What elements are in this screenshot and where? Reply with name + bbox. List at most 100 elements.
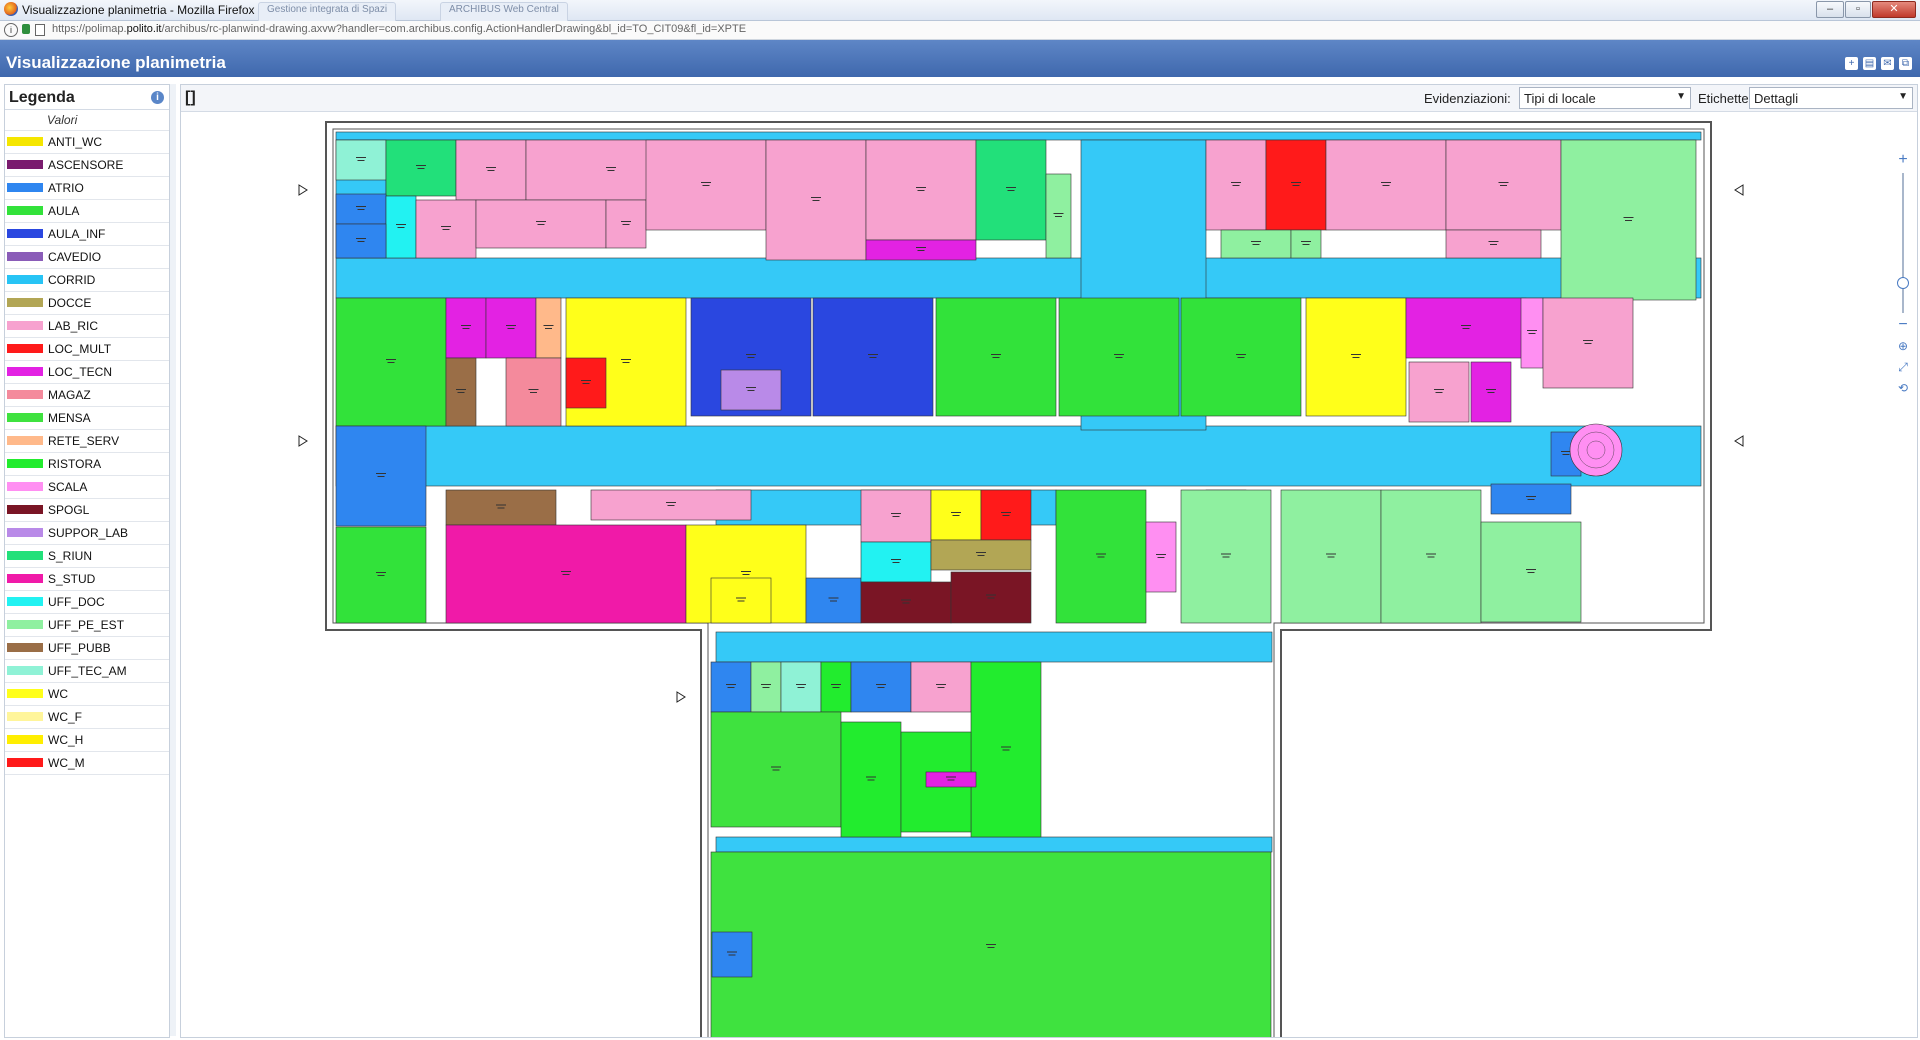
legend-item[interactable]: WC_M (5, 752, 169, 775)
legend-item[interactable]: S_RIUN (5, 545, 169, 568)
room-label-mark (917, 250, 925, 251)
maximize-button[interactable]: ▫ (1845, 1, 1871, 18)
room-label-mark (486, 167, 496, 168)
legend-panel: Legenda i Valori ANTI_WC ASCENSORE ATRIO AU… (4, 84, 170, 1038)
legend-item[interactable]: CORRID (5, 269, 169, 292)
legend-item[interactable]: UFF_PUBB (5, 637, 169, 660)
site-info-icon[interactable]: i (4, 23, 18, 37)
room-label-mark (987, 597, 995, 599)
legend-item[interactable]: RISTORA (5, 453, 169, 476)
page-icon (35, 24, 45, 36)
room-label-mark (796, 684, 806, 685)
room-label-mark (869, 357, 877, 358)
legend-item[interactable]: WC_H (5, 729, 169, 752)
legend-swatch (7, 689, 43, 698)
room-label-mark (462, 328, 470, 329)
fit-icon[interactable]: ⤢ (1895, 359, 1911, 375)
legend-item[interactable]: MENSA (5, 407, 169, 430)
background-tab-2[interactable]: ARCHIBUS Web Central (440, 2, 568, 22)
legend-item[interactable]: LAB_RIC (5, 315, 169, 338)
room-label-mark (947, 779, 955, 781)
room-label-mark (916, 187, 926, 188)
legend-swatch (7, 321, 43, 330)
room-label-mark (607, 170, 615, 171)
room-label-mark (986, 594, 996, 596)
url-text[interactable]: https://polimap.polito.it/archibus/rc-pl… (52, 23, 746, 35)
reset-icon[interactable]: ⟲ (1895, 380, 1911, 396)
legend-item[interactable]: S_STUD (5, 568, 169, 591)
target-icon[interactable]: ⊕ (1895, 338, 1911, 354)
url-bar[interactable]: i https://polimap.polito.it/archibus/rc-… (0, 21, 1920, 40)
app-header: Visualizzazione planimetria + ▤ ✉ ⧉ (0, 40, 1920, 77)
legend-item[interactable]: AULA_INF (5, 223, 169, 246)
zoom-control: + − ⊕ ⤢ ⟲ (1895, 152, 1911, 401)
mail-icon[interactable]: ✉ (1881, 57, 1894, 70)
legend-item[interactable]: WC (5, 683, 169, 706)
room-label-mark (1002, 515, 1010, 516)
room-label-mark (622, 224, 630, 225)
legend-item[interactable]: AULA (5, 200, 169, 223)
room-label-mark (507, 328, 515, 329)
room-label-mark (386, 359, 396, 360)
legend-item[interactable]: MAGAZ (5, 384, 169, 407)
room-label-mark (1527, 330, 1537, 331)
zoom-slider-handle[interactable] (1897, 277, 1909, 289)
close-button[interactable]: ✕ (1872, 1, 1916, 18)
legend-item[interactable]: LOC_TECN (5, 361, 169, 384)
legend-label: UFF_TEC_AM (48, 664, 127, 678)
chevron-down-icon: ▼ (1676, 91, 1686, 102)
background-tab-1[interactable]: Gestione integrata di Spazi (258, 2, 397, 22)
room-label-mark (1001, 746, 1011, 748)
room-label-mark (726, 684, 736, 685)
legend-swatch (7, 413, 43, 422)
legend-item[interactable]: ASCENSORE (5, 154, 169, 177)
legend-item[interactable]: SPOGL (5, 499, 169, 522)
minimize-button[interactable]: – (1816, 1, 1844, 18)
legend-item[interactable]: UFF_PE_EST (5, 614, 169, 637)
print-icon[interactable]: ▤ (1863, 57, 1876, 70)
legend-swatch (7, 551, 43, 560)
legend-item[interactable]: WC_F (5, 706, 169, 729)
highlight-select[interactable]: Tipi di locale ▼ (1519, 87, 1691, 109)
floor-plan-canvas[interactable]: + − ⊕ ⤢ ⟲ (181, 112, 1917, 1037)
zoom-in-icon[interactable]: + (1895, 152, 1911, 168)
legend-item[interactable]: ATRIO (5, 177, 169, 200)
room-label-mark (377, 575, 385, 576)
legend-item[interactable]: LOC_MULT (5, 338, 169, 361)
legend-item[interactable]: SUPPOR_LAB (5, 522, 169, 545)
room-label-mark (1114, 354, 1124, 355)
legend-item[interactable]: RETE_SERV (5, 430, 169, 453)
panel-splitter[interactable] (170, 84, 176, 1036)
legend-swatch (7, 298, 43, 307)
room-label-mark (866, 776, 876, 778)
legend-item[interactable]: UFF_DOC (5, 591, 169, 614)
legend-label: CORRID (48, 273, 96, 287)
room-label-mark (356, 157, 366, 158)
room-label-mark (727, 687, 735, 688)
legend-item[interactable]: DOCCE (5, 292, 169, 315)
legend-swatch (7, 620, 43, 629)
zoom-out-icon[interactable]: − (1895, 317, 1911, 333)
labels-select-value: Dettagli (1754, 91, 1799, 106)
highlight-select-value: Tipi di locale (1524, 91, 1596, 106)
room-label-mark (811, 197, 821, 198)
legend-label: ATRIO (48, 181, 84, 195)
add-icon[interactable]: + (1845, 57, 1858, 70)
legend-item[interactable]: UFF_TEC_AM (5, 660, 169, 683)
sitemap-icon[interactable]: ⧉ (1899, 57, 1912, 70)
info-icon[interactable]: i (151, 91, 164, 104)
labels-select[interactable]: Dettagli ▼ (1749, 87, 1913, 109)
room-label-mark (1252, 244, 1260, 245)
legend-item[interactable]: CAVEDIO (5, 246, 169, 269)
room-label-mark (737, 600, 745, 602)
zoom-slider[interactable] (1897, 173, 1909, 313)
room-label-mark (376, 473, 386, 474)
legend-item[interactable]: ANTI_WC (5, 131, 169, 154)
legend-label: LOC_MULT (48, 342, 112, 356)
legend-swatch (7, 528, 43, 537)
legend-label: UFF_PUBB (48, 641, 111, 655)
legend-label: WC_M (48, 756, 85, 770)
legend-item[interactable]: SCALA (5, 476, 169, 499)
floor-plan[interactable] (181, 112, 1917, 1037)
spiral-stair (1569, 423, 1623, 477)
